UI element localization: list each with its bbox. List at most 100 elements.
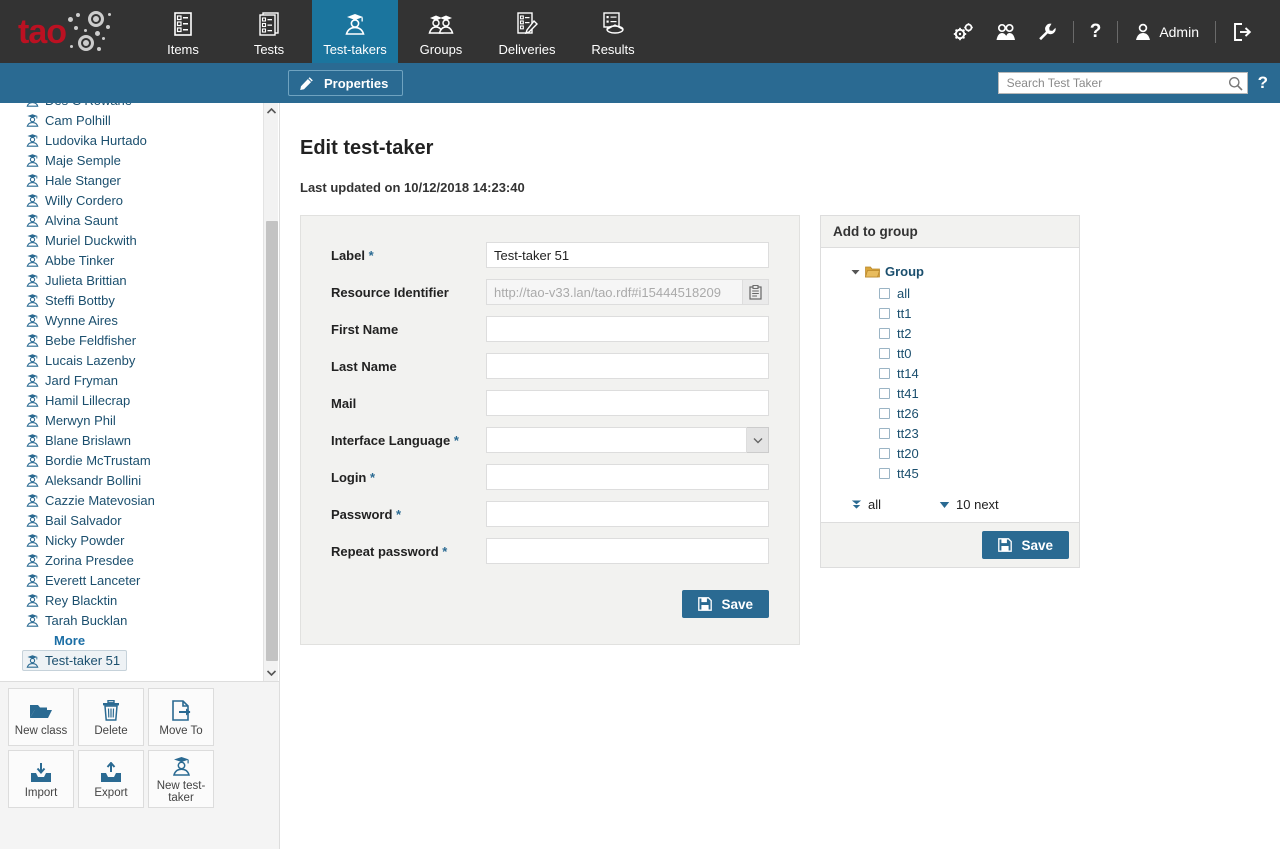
move-to-button[interactable]: Move To xyxy=(148,688,214,746)
tree-more-button[interactable]: More xyxy=(26,630,279,650)
tree-item-test-taker[interactable]: Bail Salvador xyxy=(26,510,279,530)
results-icon xyxy=(601,11,625,37)
nav-item-test-takers[interactable]: Test-takers xyxy=(312,0,398,63)
repeat-password-input[interactable] xyxy=(486,538,769,564)
nav-item-tests[interactable]: Tests xyxy=(226,0,312,63)
group-checkbox[interactable] xyxy=(879,388,890,399)
nav-item-results[interactable]: Results xyxy=(570,0,656,63)
new-test-taker-button[interactable]: New test-taker xyxy=(148,750,214,808)
tree-item-test-taker[interactable]: Bordie McTrustam xyxy=(26,450,279,470)
tree-item-test-taker[interactable]: Jard Fryman xyxy=(26,370,279,390)
tree-item-test-taker[interactable]: Steffi Bottby xyxy=(26,290,279,310)
tree-item-test-taker[interactable]: Blane Brislawn xyxy=(26,430,279,450)
tree-item-test-taker[interactable]: Abbe Tinker xyxy=(26,250,279,270)
last-name-input[interactable] xyxy=(486,353,769,379)
help-button[interactable]: ? xyxy=(1080,21,1112,43)
tree-item-test-taker[interactable]: Willy Cordero xyxy=(26,190,279,210)
search-input[interactable] xyxy=(1005,75,1228,91)
user-menu[interactable]: Admin xyxy=(1124,22,1209,42)
form-save-button[interactable]: Save xyxy=(682,590,769,618)
search-box[interactable] xyxy=(998,72,1248,94)
tree-item-test-taker[interactable]: Bebe Feldfisher xyxy=(26,330,279,350)
search-help-icon[interactable]: ? xyxy=(1258,73,1268,93)
tree-item-test-taker[interactable]: Lucais Lazenby xyxy=(26,350,279,370)
tree-item-test-taker[interactable]: Cam Polhill xyxy=(26,110,279,130)
label-input[interactable] xyxy=(486,242,769,268)
interface-language-value[interactable] xyxy=(486,427,747,453)
tree-item-selected-test-taker[interactable]: Test-taker 51 xyxy=(22,650,127,671)
scroll-down-icon[interactable] xyxy=(264,665,279,681)
tree-item-test-taker[interactable]: Muriel Duckwith xyxy=(26,230,279,250)
group-item[interactable]: tt26 xyxy=(879,403,1067,423)
tree-item-test-taker[interactable]: Julieta Brittian xyxy=(26,270,279,290)
group-item[interactable]: tt23 xyxy=(879,423,1067,443)
group-item[interactable]: tt14 xyxy=(879,363,1067,383)
group-item[interactable]: tt20 xyxy=(879,443,1067,463)
group-checkbox[interactable] xyxy=(879,348,890,359)
import-button[interactable]: Import xyxy=(8,750,74,808)
sidebar-scrollbar[interactable] xyxy=(263,103,278,681)
tree-item-test-taker[interactable]: Hamil Lillecrap xyxy=(26,390,279,410)
caret-down-icon[interactable] xyxy=(851,268,860,276)
tree-item-test-taker[interactable]: Hale Stanger xyxy=(26,170,279,190)
group-item[interactable]: tt2 xyxy=(879,323,1067,343)
tree-item-test-taker[interactable]: Des O'Rowane xyxy=(26,103,279,110)
tree-item-test-taker[interactable]: Alvina Saunt xyxy=(26,210,279,230)
load-all-groups-button[interactable]: all xyxy=(851,497,881,512)
maintenance-button[interactable] xyxy=(1027,22,1067,42)
tree-item-test-taker[interactable]: Tarah Bucklan xyxy=(26,610,279,630)
group-checkbox[interactable] xyxy=(879,468,890,479)
login-input[interactable] xyxy=(486,464,769,490)
nav-item-items[interactable]: Items xyxy=(140,0,226,63)
first-name-input[interactable] xyxy=(486,316,769,342)
group-save-button[interactable]: Save xyxy=(982,531,1069,559)
new-class-button[interactable]: New class xyxy=(8,688,74,746)
group-checkbox[interactable] xyxy=(879,288,890,299)
person-icon xyxy=(26,193,39,207)
tree-item-test-taker[interactable]: Aleksandr Bollini xyxy=(26,470,279,490)
tree-item-test-taker[interactable]: Maje Semple xyxy=(26,150,279,170)
group-item[interactable]: tt41 xyxy=(879,383,1067,403)
tree-item-test-taker[interactable]: Rey Blacktin xyxy=(26,590,279,610)
tree-item-test-taker[interactable]: Nicky Powder xyxy=(26,530,279,550)
tree-item-test-taker[interactable]: Zorina Presdee xyxy=(26,550,279,570)
logout-button[interactable] xyxy=(1222,22,1262,42)
delete-button[interactable]: Delete xyxy=(78,688,144,746)
group-checkbox[interactable] xyxy=(879,428,890,439)
group-tree-root[interactable]: Group xyxy=(851,264,1067,279)
person-icon xyxy=(26,393,39,407)
tree-item-test-taker[interactable]: Wynne Aires xyxy=(26,310,279,330)
tree-item-test-taker[interactable]: Everett Lanceter xyxy=(26,570,279,590)
chevron-down-icon[interactable] xyxy=(747,427,769,453)
properties-button[interactable]: Properties xyxy=(288,70,403,96)
scroll-up-icon[interactable] xyxy=(264,103,279,119)
group-checkbox[interactable] xyxy=(879,328,890,339)
nav-item-groups[interactable]: Groups xyxy=(398,0,484,63)
group-checkbox[interactable] xyxy=(879,308,890,319)
settings-button[interactable] xyxy=(943,22,985,42)
tree-item-test-taker[interactable]: Ludovika Hurtado xyxy=(26,130,279,150)
group-item[interactable]: tt45 xyxy=(879,463,1067,483)
tao-logo[interactable]: tao xyxy=(0,0,140,63)
group-checkbox[interactable] xyxy=(879,448,890,459)
group-item[interactable]: all xyxy=(879,283,1067,303)
tree-item-test-taker[interactable]: Cazzie Matevosian xyxy=(26,490,279,510)
users-button[interactable] xyxy=(985,22,1027,42)
group-checkbox[interactable] xyxy=(879,368,890,379)
mail-input[interactable] xyxy=(486,390,769,416)
sidebar-scrollbar-thumb[interactable] xyxy=(266,221,278,661)
search-icon[interactable] xyxy=(1228,76,1243,91)
load-next-groups-button[interactable]: 10 next xyxy=(939,497,999,512)
group-checkbox[interactable] xyxy=(879,408,890,419)
clipboard-icon[interactable] xyxy=(743,279,769,305)
group-item[interactable]: tt0 xyxy=(879,343,1067,363)
resource-identifier-input[interactable] xyxy=(486,279,743,305)
group-item[interactable]: tt1 xyxy=(879,303,1067,323)
interface-language-select[interactable] xyxy=(486,427,769,453)
tree-item-test-taker[interactable]: Merwyn Phil xyxy=(26,410,279,430)
password-input[interactable] xyxy=(486,501,769,527)
export-button[interactable]: Export xyxy=(78,750,144,808)
form-save-row: Save xyxy=(331,590,769,618)
nav-item-deliveries[interactable]: Deliveries xyxy=(484,0,570,63)
double-chevron-down-icon xyxy=(851,499,862,510)
